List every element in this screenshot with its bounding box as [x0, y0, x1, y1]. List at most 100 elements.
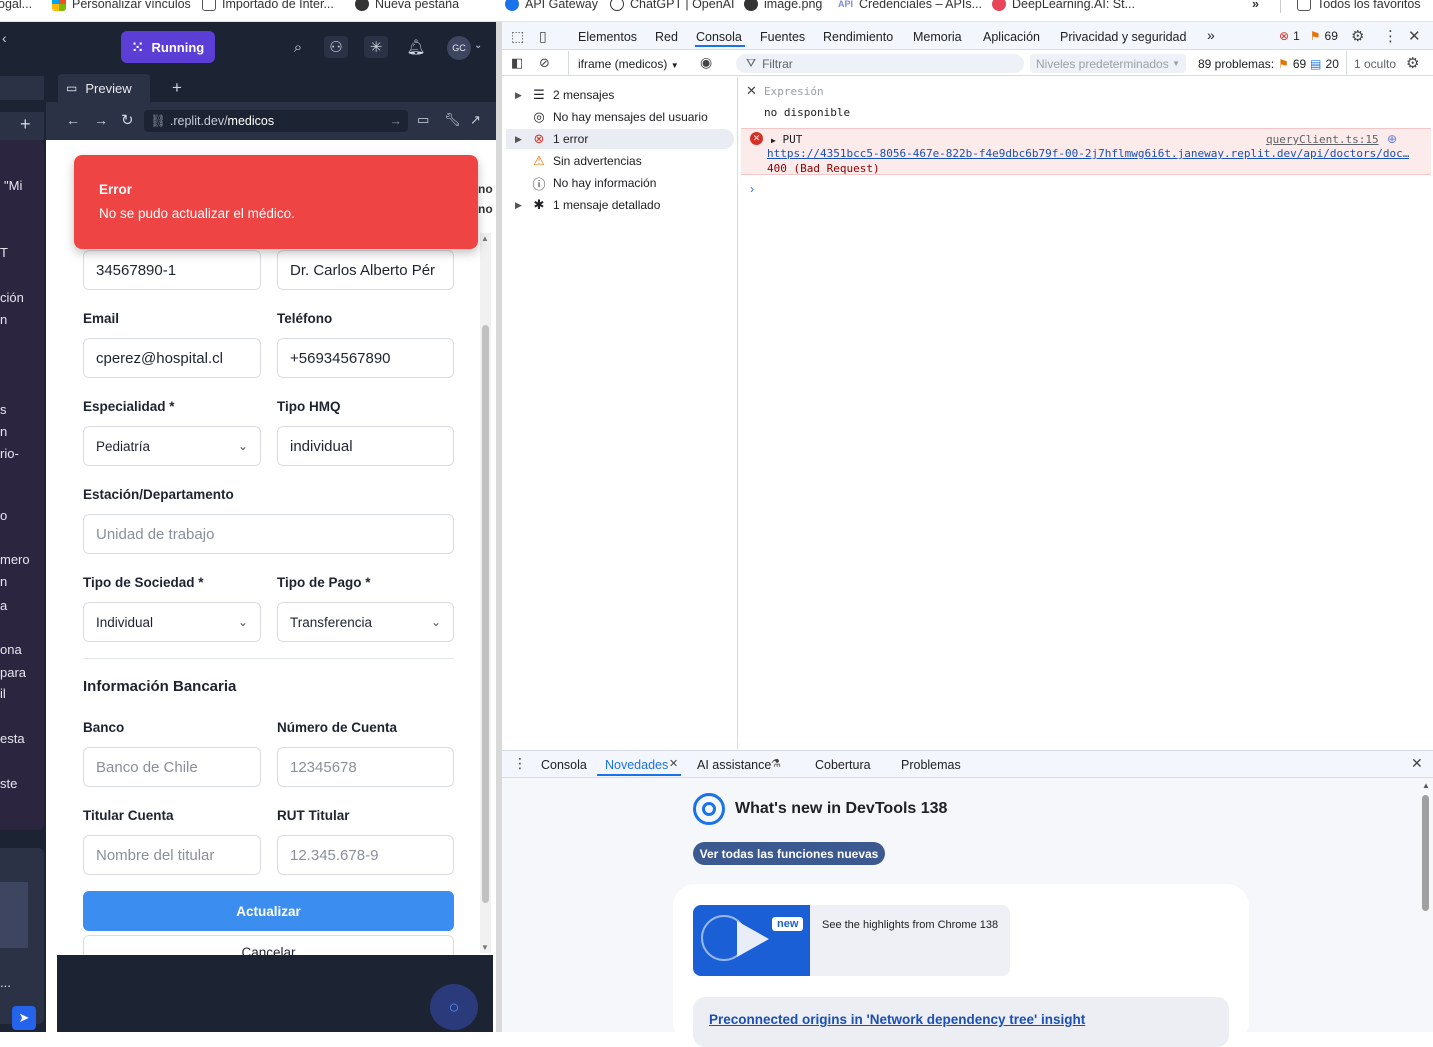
context-selector[interactable]: iframe (medicos) ▼: [578, 57, 679, 71]
drawer-tab-problemas[interactable]: Problemas: [901, 758, 961, 772]
issue-counters[interactable]: ⊗ 1 ⚑ 69: [1279, 29, 1338, 43]
avatar[interactable]: GC: [447, 36, 471, 60]
sidebar-item-errors[interactable]: ▶ ⊗ 1 error: [515, 129, 588, 149]
video-thumbnail[interactable]: new: [693, 905, 810, 976]
holder-rut-field[interactable]: 12.345.678-9: [277, 835, 454, 875]
drawer-tab-consola[interactable]: Consola: [541, 758, 587, 772]
scroll-down-icon[interactable]: ▼: [481, 943, 489, 952]
drawer-tab-ai-assistance[interactable]: AI assistance: [697, 758, 771, 772]
name-field[interactable]: Dr. Carlos Alberto Pér: [277, 250, 454, 290]
bookmark-item[interactable]: Nueva pestaña: [355, 0, 459, 13]
deploy-icon[interactable]: ✳: [364, 36, 388, 58]
bookmark-item[interactable]: Personalizar vínculos: [52, 0, 191, 13]
account-field[interactable]: 12345678: [277, 747, 454, 787]
bell-icon[interactable]: 🔔︎: [404, 36, 428, 58]
search-icon[interactable]: ⌕: [286, 36, 310, 58]
tab-red[interactable]: Red: [655, 30, 678, 44]
holder-field[interactable]: Nombre del titular: [83, 835, 261, 875]
sidebar-item-info[interactable]: ⓘ No hay información: [515, 173, 656, 193]
hmq-field[interactable]: individual: [277, 426, 454, 466]
error-method[interactable]: ▶ PUT: [771, 133, 802, 146]
collapse-icon[interactable]: ‹: [2, 30, 7, 46]
console-filter-input[interactable]: ⛛ Filtrar: [736, 54, 1024, 73]
wrench-icon[interactable]: 🔧︎: [444, 112, 461, 128]
feature-link[interactable]: Preconnected origins in 'Network depende…: [709, 1012, 1085, 1027]
form-scrollbar-thumb[interactable]: [482, 325, 489, 903]
plus-icon[interactable]: +: [20, 114, 31, 135]
bookmark-label: ogal...: [0, 0, 33, 11]
society-select[interactable]: Individual ⌄: [83, 602, 261, 642]
console-settings-gear-icon[interactable]: ⚙: [1406, 54, 1419, 72]
remove-expression-icon[interactable]: ✕: [746, 83, 757, 99]
devices-icon[interactable]: ▭: [417, 112, 429, 128]
specialty-select[interactable]: Pediatría ⌄: [83, 426, 261, 466]
settings-gear-icon[interactable]: ⚙: [1351, 27, 1364, 45]
bookmark-item[interactable]: API Credenciales – APIs...: [838, 0, 982, 13]
bookmark-item[interactable]: ogal...: [0, 0, 32, 13]
new-tab-plus-icon[interactable]: +: [172, 78, 182, 98]
tab-consola[interactable]: Consola: [696, 30, 742, 44]
scroll-up-icon[interactable]: ▲: [1422, 781, 1430, 790]
open-external-icon[interactable]: ↗: [470, 112, 481, 128]
all-bookmarks-button[interactable]: Todos los favoritos: [1280, 0, 1421, 13]
live-expression-placeholder[interactable]: Expresión: [764, 85, 824, 98]
see-all-features-button[interactable]: Ver todas las funciones nuevas: [693, 842, 885, 865]
bookmark-item[interactable]: ChatGPT | OpenAI: [610, 0, 734, 13]
url-field[interactable]: ⛓ .replit.dev/medicos →: [144, 110, 408, 132]
problems-counter[interactable]: 89 problemas: ⚑ 69 ▤ 20: [1198, 57, 1339, 71]
inspect-element-icon[interactable]: ⬚: [511, 28, 524, 45]
running-button[interactable]: ⁙ Running: [121, 31, 215, 63]
eye-icon[interactable]: ◉: [700, 54, 712, 71]
sidebar-item-verbose[interactable]: ▶ ✱ 1 mensaje detallado: [515, 195, 660, 215]
tab-rendimiento[interactable]: Rendimiento: [823, 30, 893, 44]
bookmark-label: Credenciales – APIs...: [859, 0, 982, 11]
reload-icon[interactable]: ↻: [121, 111, 134, 129]
bookmarks-overflow-button[interactable]: »: [1252, 0, 1259, 13]
scroll-up-icon[interactable]: ▲: [481, 234, 489, 243]
network-request-icon[interactable]: ⊕: [1387, 132, 1397, 146]
close-drawer-icon[interactable]: ✕: [1411, 755, 1423, 772]
back-arrow-icon[interactable]: ←: [66, 112, 80, 128]
sidebar-item-warnings[interactable]: ⚠ Sin advertencias: [515, 151, 642, 171]
drawer-menu-icon[interactable]: ⋮: [513, 755, 527, 772]
tab-elementos[interactable]: Elementos: [578, 30, 637, 44]
bookmark-item[interactable]: image.png: [744, 0, 822, 13]
sidebar-item-user-messages[interactable]: ◎ No hay mensajes del usuario: [515, 107, 707, 127]
error-url-link[interactable]: https://4351bcc5-8056-467e-822b-f4e9dbc6…: [767, 147, 1409, 160]
clear-console-icon[interactable]: ⊘: [539, 55, 550, 71]
email-field[interactable]: cperez@hospital.cl: [83, 338, 261, 378]
tab-memoria[interactable]: Memoria: [913, 30, 962, 44]
error-source-link[interactable]: queryClient.ts:15: [1266, 133, 1379, 146]
drawer-tab-cobertura[interactable]: Cobertura: [815, 758, 871, 772]
bookmark-item[interactable]: DeepLearning.AI: St...: [992, 0, 1135, 13]
send-icon[interactable]: ➤: [12, 1006, 36, 1030]
tab-fuentes[interactable]: Fuentes: [760, 30, 805, 44]
more-tabs-icon[interactable]: »: [1207, 27, 1215, 43]
log-levels-select[interactable]: Niveles predeterminados ▼: [1030, 54, 1186, 73]
chat-bubble-icon[interactable]: ○: [430, 984, 478, 1030]
payment-select[interactable]: Transferencia ⌄: [277, 602, 454, 642]
go-arrow-icon[interactable]: →: [390, 114, 403, 128]
drawer-scrollbar-thumb[interactable]: [1422, 795, 1429, 911]
drawer-tab-novedades[interactable]: Novedades: [605, 758, 668, 772]
console-prompt-icon[interactable]: ›: [750, 182, 754, 196]
kebab-menu-icon[interactable]: ⋮: [1383, 27, 1398, 45]
phone-field[interactable]: +56934567890: [277, 338, 454, 378]
update-button[interactable]: Actualizar: [83, 891, 454, 931]
station-field[interactable]: Unidad de trabajo: [83, 514, 454, 554]
tab-preview[interactable]: ▭ Preview: [58, 74, 150, 102]
close-icon[interactable]: ✕: [1408, 27, 1421, 45]
forward-arrow-icon[interactable]: →: [94, 112, 108, 128]
tab-privacidad[interactable]: Privacidad y seguridad: [1060, 30, 1186, 44]
rut-field[interactable]: 34567890-1: [83, 250, 261, 290]
chevron-down-icon[interactable]: ⌄: [474, 40, 482, 51]
bookmark-item[interactable]: Importado de Inter...: [202, 0, 334, 13]
tab-aplicacion[interactable]: Aplicación: [983, 30, 1040, 44]
invite-user-icon[interactable]: ⚇: [324, 36, 348, 58]
sidebar-item-messages[interactable]: ▶ ☰ 2 mensajes: [515, 85, 614, 105]
sidebar-toggle-icon[interactable]: ◧: [511, 55, 523, 71]
device-toolbar-icon[interactable]: ▯: [539, 28, 547, 45]
close-tab-icon[interactable]: ✕: [669, 757, 678, 770]
bank-field[interactable]: Banco de Chile: [83, 747, 261, 787]
bookmark-item[interactable]: API Gateway: [505, 0, 598, 13]
